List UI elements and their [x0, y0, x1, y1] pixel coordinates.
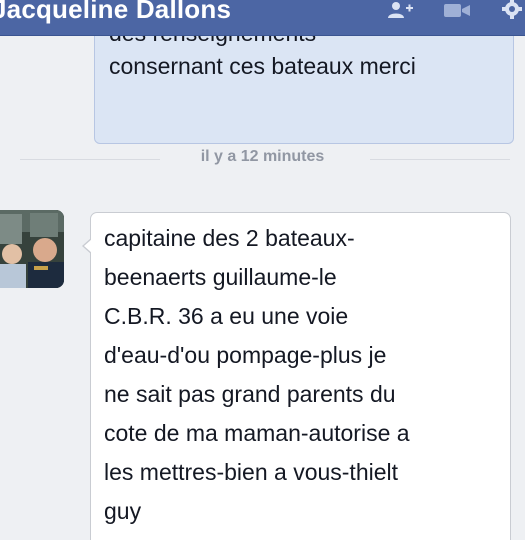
- message-line: ne sait pas grand parents du: [104, 381, 396, 407]
- message-line: les mettres-bien a vous-thielt: [104, 459, 399, 485]
- incoming-message-bubble: capitaine des 2 bateaux- beenaerts guill…: [82, 212, 511, 540]
- outgoing-message-bubble: des renseignements consernant ces bateau…: [94, 36, 514, 144]
- contact-name[interactable]: Jacqueline Dallons: [0, 0, 231, 25]
- video-camera-icon[interactable]: [442, 0, 472, 22]
- message-line: d'eau-d'ou pompage-plus je: [104, 342, 387, 368]
- message-list[interactable]: des renseignements consernant ces bateau…: [0, 36, 525, 540]
- chat-title-bar: Jacqueline Dallons: [0, 0, 525, 36]
- message-line: des renseignements: [109, 36, 316, 47]
- avatar[interactable]: [0, 210, 64, 288]
- message-line: capitaine des 2 bateaux-: [104, 225, 355, 251]
- message-line: beenaerts guillaume-le: [104, 264, 337, 290]
- gear-icon[interactable]: [500, 0, 525, 22]
- message-line: consernant ces bateaux merci: [109, 53, 416, 79]
- message-line: cote de ma maman-autorise a: [104, 420, 410, 446]
- message-line: guy: [104, 498, 142, 524]
- timestamp-divider: il y a 12 minutes: [0, 148, 525, 170]
- add-user-icon[interactable]: [385, 0, 415, 22]
- message-timestamp: il y a 12 minutes: [200, 148, 325, 165]
- message-line: C.B.R. 36 a eu une voie: [104, 303, 349, 329]
